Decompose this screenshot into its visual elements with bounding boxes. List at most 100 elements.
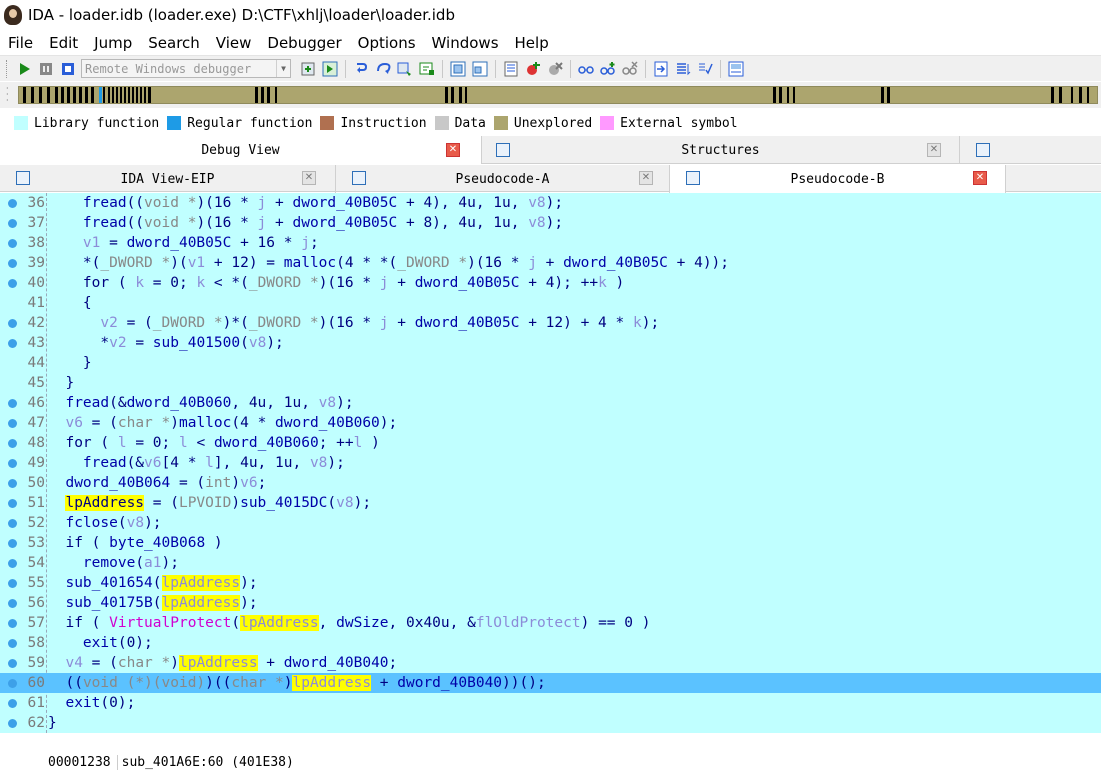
watch-view-button[interactable] bbox=[576, 59, 596, 79]
tab-pseudocode-b[interactable]: Pseudocode-B ✕ bbox=[670, 165, 1006, 193]
code-line[interactable]: 53 if ( byte_40B068 ) bbox=[0, 533, 1101, 553]
tab-structures[interactable]: Structures ✕ bbox=[482, 136, 960, 164]
code-line[interactable]: 45 } bbox=[0, 373, 1101, 393]
code-line[interactable]: 50 dword_40B064 = (int)v6; bbox=[0, 473, 1101, 493]
code-line[interactable]: 54 remove(a1); bbox=[0, 553, 1101, 573]
navigation-band-grip[interactable]: · · · bbox=[6, 85, 12, 105]
code-line[interactable]: 36 fread((void *)(16 * j + dword_40B05C … bbox=[0, 193, 1101, 213]
delete-breakpoint-button[interactable] bbox=[545, 59, 565, 79]
code-line[interactable]: 59 v4 = (char *)lpAddress + dword_40B040… bbox=[0, 653, 1101, 673]
thread-list-button[interactable] bbox=[470, 59, 490, 79]
breakpoint-dot-icon[interactable] bbox=[8, 459, 17, 468]
menu-help[interactable]: Help bbox=[507, 34, 557, 52]
code-token: malloc bbox=[178, 415, 232, 431]
breakpoint-dot-icon[interactable] bbox=[8, 199, 17, 208]
code-line[interactable]: 46 fread(&dword_40B060, 4u, 1u, v8); bbox=[0, 393, 1101, 413]
trace-button[interactable] bbox=[417, 59, 437, 79]
breakpoint-dot-icon[interactable] bbox=[8, 699, 17, 708]
breakpoint-list-button[interactable] bbox=[448, 59, 468, 79]
add-breakpoint-button[interactable] bbox=[523, 59, 543, 79]
breakpoint-dot-icon[interactable] bbox=[8, 419, 17, 428]
code-line[interactable]: 51 lpAddress = (LPVOID)sub_4015DC(v8); bbox=[0, 493, 1101, 513]
breakpoint-dot-icon[interactable] bbox=[8, 559, 17, 568]
breakpoint-dot-icon[interactable] bbox=[8, 439, 17, 448]
code-line[interactable]: 43 *v2 = sub_401500(v8); bbox=[0, 333, 1101, 353]
navigation-bar[interactable] bbox=[18, 86, 1098, 104]
code-line[interactable]: 49 fread(&v6[4 * l], 4u, 1u, v8); bbox=[0, 453, 1101, 473]
code-line[interactable]: 52 fclose(v8); bbox=[0, 513, 1101, 533]
modules-button[interactable] bbox=[726, 59, 746, 79]
code-line[interactable]: 38 v1 = dword_40B05C + 16 * j; bbox=[0, 233, 1101, 253]
attach-process-button[interactable] bbox=[298, 59, 318, 79]
breakpoint-dot-icon[interactable] bbox=[8, 319, 17, 328]
menu-options[interactable]: Options bbox=[350, 34, 424, 52]
tab-debug-view[interactable]: Debug View ✕ bbox=[0, 136, 482, 164]
code-line[interactable]: 55 sub_401654(lpAddress); bbox=[0, 573, 1101, 593]
code-line[interactable]: 60 ((void (*)(void))((char *)lpAddress +… bbox=[0, 673, 1101, 693]
menu-file[interactable]: File bbox=[0, 34, 41, 52]
breakpoint-dot-icon[interactable] bbox=[8, 579, 17, 588]
tracing-options-button[interactable] bbox=[695, 59, 715, 79]
pause-process-button[interactable] bbox=[36, 59, 56, 79]
stack-trace-button[interactable] bbox=[673, 59, 693, 79]
menu-jump[interactable]: Jump bbox=[86, 34, 140, 52]
code-line[interactable]: 40 for ( k = 0; k < *(_DWORD *)(16 * j +… bbox=[0, 273, 1101, 293]
close-icon[interactable]: ✕ bbox=[927, 143, 941, 157]
breakpoint-dot-icon[interactable] bbox=[8, 339, 17, 348]
breakpoint-dot-icon[interactable] bbox=[8, 279, 17, 288]
menu-search[interactable]: Search bbox=[140, 34, 208, 52]
breakpoint-dot-icon[interactable] bbox=[8, 619, 17, 628]
breakpoint-dot-icon[interactable] bbox=[8, 399, 17, 408]
legend-library-function: Library function bbox=[14, 116, 159, 131]
code-line[interactable]: 37 fread((void *)(16 * j + dword_40B05C … bbox=[0, 213, 1101, 233]
code-line[interactable]: 48 for ( l = 0; l < dword_40B060; ++l ) bbox=[0, 433, 1101, 453]
tab-extra[interactable] bbox=[960, 136, 1101, 164]
delete-watch-button[interactable] bbox=[620, 59, 640, 79]
breakpoint-dot-icon[interactable] bbox=[8, 719, 17, 728]
breakpoint-dot-icon[interactable] bbox=[8, 519, 17, 528]
breakpoint-dot-icon[interactable] bbox=[8, 679, 17, 688]
add-watch-button[interactable] bbox=[598, 59, 618, 79]
pseudocode-view[interactable]: 36 fread((void *)(16 * j + dword_40B05C … bbox=[0, 193, 1101, 733]
code-line[interactable]: 44 } bbox=[0, 353, 1101, 373]
toolbar-grip[interactable] bbox=[6, 59, 9, 78]
close-icon[interactable]: ✕ bbox=[973, 171, 987, 185]
debugger-select[interactable]: Remote Windows debugger ▼ bbox=[81, 59, 291, 78]
run-to-cursor-button[interactable] bbox=[320, 59, 340, 79]
code-line[interactable]: 61 exit(0); bbox=[0, 693, 1101, 713]
menu-debugger[interactable]: Debugger bbox=[259, 34, 349, 52]
menu-edit[interactable]: Edit bbox=[41, 34, 86, 52]
close-icon[interactable]: ✕ bbox=[302, 171, 316, 185]
code-line[interactable]: 62} bbox=[0, 713, 1101, 733]
breakpoint-dot-icon[interactable] bbox=[8, 639, 17, 648]
code-line[interactable]: 57 if ( VirtualProtect(lpAddress, dwSize… bbox=[0, 613, 1101, 633]
code-line[interactable]: 58 exit(0); bbox=[0, 633, 1101, 653]
close-icon[interactable]: ✕ bbox=[446, 143, 460, 157]
breakpoint-dot-icon[interactable] bbox=[8, 239, 17, 248]
tab-pseudocode-a[interactable]: Pseudocode-A ✕ bbox=[336, 165, 670, 193]
start-process-button[interactable] bbox=[14, 59, 34, 79]
breakpoint-dot-icon[interactable] bbox=[8, 259, 17, 268]
code-line[interactable]: 47 v6 = (char *)malloc(4 * dword_40B060)… bbox=[0, 413, 1101, 433]
close-icon[interactable]: ✕ bbox=[639, 171, 653, 185]
segments-button[interactable] bbox=[501, 59, 521, 79]
breakpoint-dot-icon[interactable] bbox=[8, 499, 17, 508]
run-until-return-button[interactable] bbox=[395, 59, 415, 79]
menu-view[interactable]: View bbox=[208, 34, 260, 52]
breakpoint-dot-icon[interactable] bbox=[8, 479, 17, 488]
breakpoint-dot-icon[interactable] bbox=[8, 599, 17, 608]
code-line[interactable]: 56 sub_40175B(lpAddress); bbox=[0, 593, 1101, 613]
breakpoint-dot-icon[interactable] bbox=[8, 659, 17, 668]
code-line[interactable]: 41 { bbox=[0, 293, 1101, 313]
menu-windows[interactable]: Windows bbox=[424, 34, 507, 52]
jump-to-ip-button[interactable] bbox=[651, 59, 671, 79]
step-over-button[interactable] bbox=[373, 59, 393, 79]
terminate-process-button[interactable] bbox=[58, 59, 78, 79]
breakpoint-dot-icon[interactable] bbox=[8, 219, 17, 228]
code-line[interactable]: 39 *(_DWORD *)(v1 + 12) = malloc(4 * *(_… bbox=[0, 253, 1101, 273]
breakpoint-dot-icon[interactable] bbox=[8, 539, 17, 548]
code-line[interactable]: 42 v2 = (_DWORD *)*(_DWORD *)(16 * j + d… bbox=[0, 313, 1101, 333]
step-into-button[interactable] bbox=[351, 59, 371, 79]
segment-block bbox=[1051, 87, 1054, 103]
tab-ida-view-eip[interactable]: IDA View-EIP ✕ bbox=[0, 165, 336, 193]
